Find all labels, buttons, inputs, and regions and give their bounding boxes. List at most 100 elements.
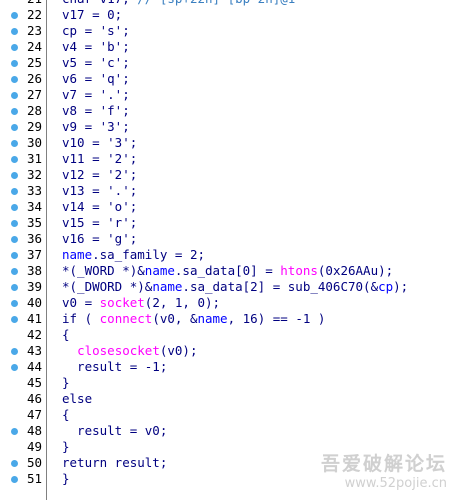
line-number: 32 [26,167,42,182]
line-number: 23 [26,23,42,38]
line-number: 45 [26,375,42,390]
code-line[interactable]: 47 { [0,407,457,423]
code-token: v8 = 'f'; [62,103,130,118]
breakpoint-dot-icon[interactable] [11,204,18,211]
code-text: v11 = '2'; [62,151,137,167]
code-line[interactable]: 35 v15 = 'r'; [0,215,457,231]
code-line[interactable]: 26 v6 = 'q'; [0,71,457,87]
code-text: { [62,327,70,343]
code-line[interactable]: 41 if ( connect(v0, &name, 16) == -1 ) [0,311,457,327]
pseudocode-editor[interactable]: 21 char v17; // [sp+22h] [bp-2h]@1 22 v17 =… [0,0,457,500]
identifier-token: name [197,311,228,326]
code-line[interactable]: 36 v16 = 'g'; [0,231,457,247]
code-line[interactable]: 21 char v17; // [sp+22h] [bp-2h]@1 [0,0,457,7]
code-line[interactable]: 44 result = -1; [0,359,457,375]
breakpoint-dot-icon[interactable] [11,92,18,99]
code-text: v12 = '2'; [62,167,137,183]
code-line[interactable]: 42 { [0,327,457,343]
code-line[interactable]: 23 cp = 's'; [0,23,457,39]
code-token: else [62,391,93,406]
code-line[interactable]: 30 v10 = '3'; [0,135,457,151]
code-line[interactable]: 22 v17 = 0; [0,7,457,23]
code-text: cp = 's'; [62,23,130,39]
breakpoint-dot-icon[interactable] [11,156,18,163]
line-number: 21 [18,0,42,7]
line-number: 28 [26,103,42,118]
line-number: 40 [26,295,42,310]
code-line[interactable]: 25 v5 = 'c'; [0,55,457,71]
code-text: v8 = 'f'; [62,103,130,119]
breakpoint-dot-icon[interactable] [11,28,18,35]
line-number: 37 [26,247,42,262]
code-text: } [62,375,70,391]
breakpoint-dot-icon[interactable] [11,284,18,291]
breakpoint-dot-icon[interactable] [11,60,18,67]
code-line[interactable]: 40 v0 = socket(2, 1, 0); [0,295,457,311]
breakpoint-dot-icon[interactable] [11,44,18,51]
code-token: cp = 's'; [62,23,130,38]
code-text: v5 = 'c'; [62,55,130,71]
breakpoint-dot-icon[interactable] [11,268,18,275]
code-line[interactable]: 33 v13 = '.'; [0,183,457,199]
code-line[interactable]: 37 name.sa_family = 2; [0,247,457,263]
code-line[interactable]: 28 v8 = 'f'; [0,103,457,119]
breakpoint-dot-icon[interactable] [11,428,18,435]
breakpoint-dot-icon[interactable] [11,108,18,115]
code-text: result = -1; [62,359,167,375]
code-line[interactable]: 50 return result; [0,455,457,471]
code-line[interactable]: 43 closesocket(v0); [0,343,457,359]
breakpoint-dot-icon[interactable] [11,252,18,259]
declaration-token: char v17; [62,0,137,6]
breakpoint-dot-icon[interactable] [11,236,18,243]
line-number: 47 [26,407,42,422]
code-text: *(_WORD *)&name.sa_data[0] = htons(0x26A… [62,263,393,279]
breakpoint-dot-icon[interactable] [11,140,18,147]
code-token: .sa_data[0] = [174,263,281,278]
breakpoint-dot-icon[interactable] [11,172,18,179]
line-number: 33 [26,183,42,198]
line-number: 38 [26,263,42,278]
code-token: (0x26AAu); [317,263,394,278]
code-line[interactable]: 48 result = v0; [0,423,457,439]
breakpoint-dot-icon[interactable] [11,316,18,323]
code-line[interactable]: 46 else [0,391,457,407]
breakpoint-dot-icon[interactable] [11,188,18,195]
code-text: } [62,439,70,455]
code-lines: 21 char v17; // [sp+22h] [bp-2h]@1 22 v17 =… [0,0,457,487]
code-token: v4 = 'b'; [62,39,130,54]
breakpoint-dot-icon[interactable] [11,12,18,19]
code-token: ); [393,279,409,294]
breakpoint-dot-icon[interactable] [11,460,18,467]
line-number: 25 [26,55,42,70]
code-text: v14 = 'o'; [62,199,137,215]
breakpoint-dot-icon[interactable] [11,124,18,131]
code-line[interactable]: 32 v12 = '2'; [0,167,457,183]
breakpoint-dot-icon[interactable] [11,476,18,483]
code-line[interactable]: 39 *(_DWORD *)&name.sa_data[2] = sub_406C… [0,279,457,295]
code-text: else [62,391,92,407]
breakpoint-dot-icon[interactable] [11,220,18,227]
code-line[interactable]: 34 v14 = 'o'; [0,199,457,215]
function-token: connect [99,311,153,326]
breakpoint-dot-icon[interactable] [11,300,18,307]
code-text: v7 = '.'; [62,87,130,103]
code-line[interactable]: 38 *(_WORD *)&name.sa_data[0] = htons(0x2… [0,263,457,279]
line-number: 26 [26,71,42,86]
code-line[interactable]: 31 v11 = '2'; [0,151,457,167]
code-line[interactable]: 49} [0,439,457,455]
breakpoint-dot-icon[interactable] [11,348,18,355]
code-line[interactable]: 51} [0,471,457,487]
code-line[interactable]: 27 v7 = '.'; [0,87,457,103]
breakpoint-dot-icon[interactable] [11,76,18,83]
code-line[interactable]: 24 v4 = 'b'; [0,39,457,55]
code-line[interactable]: 45} [0,375,457,391]
breakpoint-dot-icon[interactable] [11,364,18,371]
code-line[interactable]: 29 v9 = '3'; [0,119,457,135]
code-token: } [62,375,70,390]
line-number: 22 [26,7,42,22]
line-number: 39 [26,279,42,294]
code-token: *(_DWORD *)& [62,279,153,294]
code-text: v9 = '3'; [62,119,130,135]
comment-token: // [sp+22h] [bp-2h]@1 [137,0,295,6]
line-number: 50 [26,455,42,470]
